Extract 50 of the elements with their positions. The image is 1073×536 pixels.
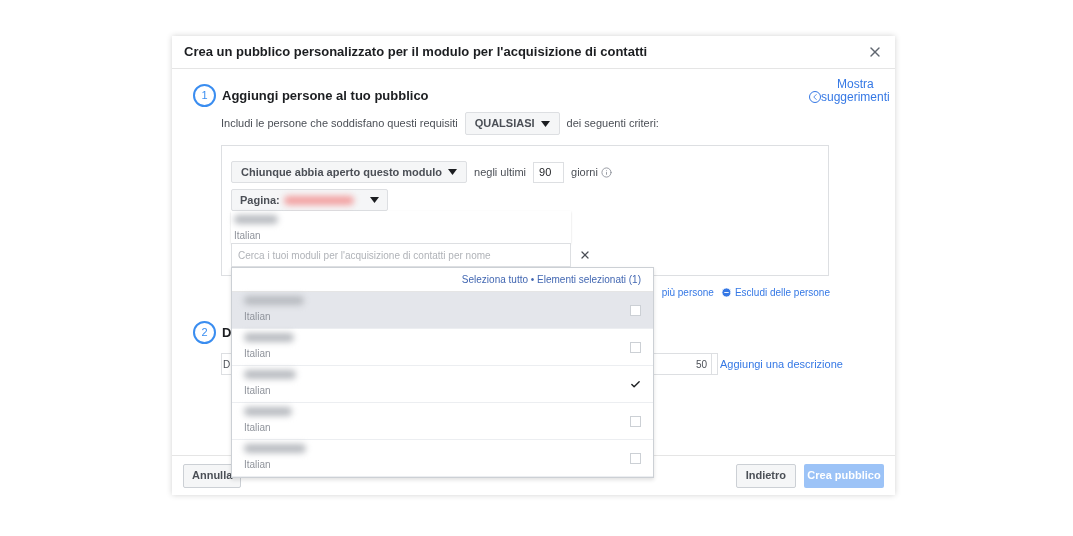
- checkbox[interactable]: [630, 378, 641, 390]
- section-title: D: [222, 323, 232, 342]
- redacted-name: [244, 407, 292, 416]
- form-option[interactable]: Italian: [232, 329, 653, 366]
- redacted-name: [283, 195, 354, 205]
- form-option[interactable]: Italian: [232, 403, 653, 440]
- caret-icon: [370, 197, 379, 203]
- criteria-label: dei seguenti criteri:: [566, 116, 659, 132]
- form-language: Italian: [234, 229, 262, 243]
- description-link[interactable]: Aggiungi una descrizione: [720, 355, 843, 373]
- checkbox[interactable]: [630, 415, 641, 427]
- days-field[interactable]: 90: [533, 161, 565, 183]
- form-language: Italian: [244, 458, 272, 472]
- checkbox[interactable]: [630, 452, 641, 464]
- in-last-label: negli ultimi: [474, 164, 527, 180]
- redacted-name: [244, 444, 306, 453]
- caret-icon: [540, 120, 550, 127]
- redacted-name: [234, 215, 278, 224]
- step-number: 2: [193, 321, 216, 344]
- clear-icon[interactable]: [579, 249, 591, 261]
- match-select[interactable]: QUALSIASI: [464, 112, 560, 135]
- caret-icon: [448, 169, 458, 175]
- info-icon: [600, 166, 612, 178]
- checkbox[interactable]: [630, 341, 641, 353]
- select-links[interactable]: Seleziona tutto • Elementi selezionati (1): [461, 272, 641, 287]
- days-label: giorni: [571, 164, 598, 180]
- form-language: Italian: [244, 384, 272, 398]
- include-more-link[interactable]: più persone: [661, 285, 714, 300]
- dialog-title: Crea un pubblico personalizzato per il modulo per l'acquisizione di contatti: [184, 43, 648, 62]
- form-option[interactable]: Italian: [232, 366, 653, 403]
- char-count: 50: [695, 357, 707, 372]
- form-option[interactable]: Italian: [232, 292, 653, 329]
- checkbox[interactable]: [630, 304, 641, 316]
- form-language: Italian: [244, 421, 272, 435]
- redacted-name: [244, 370, 296, 379]
- step-number: 1: [193, 84, 216, 107]
- event-select[interactable]: Chiunque abbia aperto questo modulo: [231, 161, 468, 183]
- minus-circle-icon: [720, 287, 732, 298]
- form-option[interactable]: Italian: [232, 440, 653, 477]
- page-select[interactable]: Pagina:: [231, 189, 388, 211]
- search-field[interactable]: Cerca i tuoi moduli per l'acquisizione di contatti per nome: [231, 243, 571, 267]
- redacted-name: [244, 296, 304, 305]
- back-button[interactable]: Indietro: [735, 463, 796, 488]
- section-title: Aggiungi persone al tuo pubblico: [222, 86, 429, 105]
- include-label: Includi le persone che soddisfano questi requisiti: [221, 116, 458, 132]
- exclude-link[interactable]: Escludi delle persone: [720, 285, 830, 300]
- redacted-name: [244, 333, 294, 342]
- form-language: Italian: [244, 347, 272, 361]
- check-icon: [630, 378, 641, 390]
- form-language: Italian: [244, 310, 272, 324]
